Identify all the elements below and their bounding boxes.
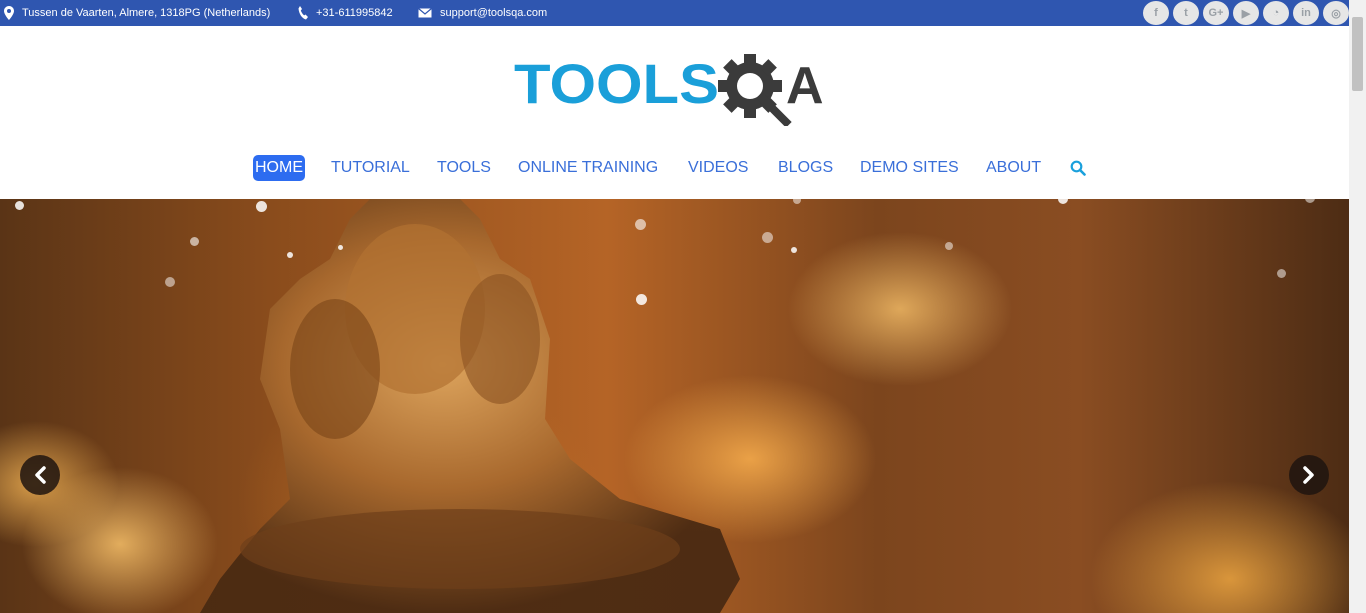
snow-dot: [791, 247, 797, 253]
snow-dot: [636, 294, 647, 305]
phone-text[interactable]: +31-611995842: [316, 7, 393, 19]
ganesha-statue-image: [200, 199, 740, 613]
location-pin-icon: [4, 6, 14, 20]
snow-dot: [793, 199, 801, 204]
main-navigation: HOME TUTORIAL TOOLS ONLINE TRAINING VIDE…: [0, 155, 1349, 181]
gear-magnifier-icon: [718, 54, 792, 128]
nav-demo-sites[interactable]: DEMO SITES: [860, 155, 959, 181]
address-text: Tussen de Vaarten, Almere, 1318PG (Nethe…: [22, 7, 271, 19]
hero-slider: [0, 199, 1349, 613]
snow-dot: [256, 201, 267, 212]
snow-dot: [15, 201, 24, 210]
toolsqa-logo[interactable]: TOOLS A: [514, 50, 838, 128]
search-icon[interactable]: [1070, 160, 1086, 176]
phone-item[interactable]: +31-611995842: [298, 0, 393, 26]
snow-dot: [1305, 199, 1315, 203]
nav-home[interactable]: HOME: [253, 155, 305, 181]
snow-dot: [338, 245, 343, 250]
slider-next-button[interactable]: [1289, 455, 1329, 495]
page-scrollbar[interactable]: [1349, 0, 1366, 613]
logo-text-tools: TOOLS: [514, 52, 719, 115]
email-item[interactable]: support@toolsqa.com: [418, 0, 547, 26]
nav-about[interactable]: ABOUT: [986, 155, 1041, 181]
nav-tutorial[interactable]: TUTORIAL: [331, 155, 410, 181]
email-text[interactable]: support@toolsqa.com: [440, 7, 547, 19]
nav-videos[interactable]: VIDEOS: [688, 155, 748, 181]
snow-dot: [762, 232, 773, 243]
social-links: f t G+ ▶ ◔ in ◎: [1143, 1, 1349, 25]
nav-blogs[interactable]: BLOGS: [778, 155, 833, 181]
snow-dot: [1058, 199, 1068, 204]
snow-dot: [945, 242, 953, 250]
logo-text-a: A: [786, 57, 824, 115]
facebook-icon[interactable]: f: [1143, 1, 1169, 25]
phone-icon: [298, 6, 308, 20]
nav-tools[interactable]: TOOLS: [437, 155, 491, 181]
snow-dot: [165, 277, 175, 287]
envelope-icon: [418, 8, 432, 18]
top-contact-bar: Tussen de Vaarten, Almere, 1318PG (Nethe…: [0, 0, 1349, 26]
google-plus-icon[interactable]: G+: [1203, 1, 1229, 25]
slider-prev-button[interactable]: [20, 455, 60, 495]
snow-dot: [1277, 269, 1286, 278]
chevron-left-icon: [35, 466, 46, 484]
address-item: Tussen de Vaarten, Almere, 1318PG (Nethe…: [4, 0, 270, 26]
chevron-right-icon: [1303, 466, 1314, 484]
twitter-icon[interactable]: t: [1173, 1, 1199, 25]
snow-dot: [190, 237, 199, 246]
rss-icon[interactable]: ◔: [1263, 1, 1289, 25]
nav-online-training[interactable]: ONLINE TRAINING: [518, 155, 658, 181]
snow-dot: [635, 219, 646, 230]
linkedin-icon[interactable]: in: [1293, 1, 1319, 25]
scrollbar-thumb[interactable]: [1352, 17, 1363, 91]
snow-dot: [287, 252, 293, 258]
youtube-icon[interactable]: ▶: [1233, 1, 1259, 25]
instagram-icon[interactable]: ◎: [1323, 1, 1349, 25]
